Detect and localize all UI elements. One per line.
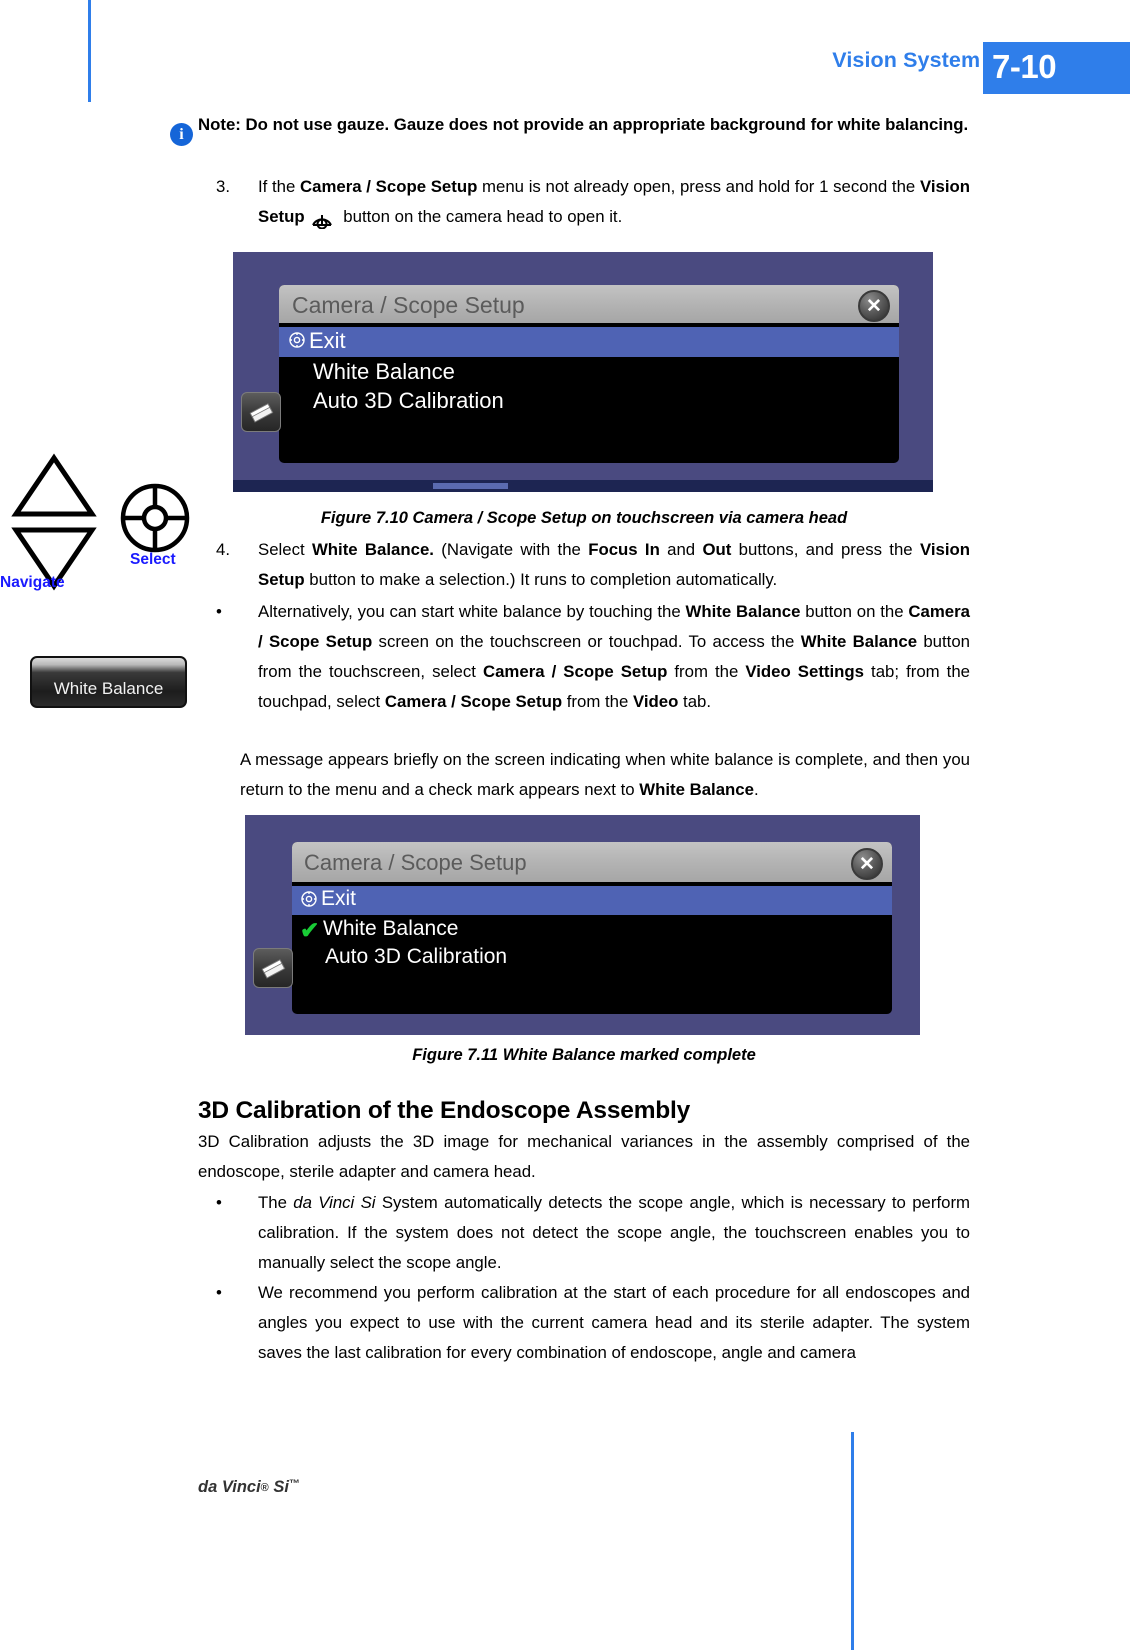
figure-7-10-row-exit[interactable]: Exit (279, 327, 899, 357)
step-3-number: 3. (216, 177, 230, 196)
step-3-bold-camera-scope-setup: Camera / Scope Setup (300, 177, 478, 196)
figure-7-10-screen: Camera / Scope Setup ✕ Exit White Balanc… (279, 285, 899, 463)
registered-icon: ® (260, 1482, 269, 1494)
msg-b1: White Balance (639, 780, 754, 799)
alt-b7: Video (632, 692, 679, 711)
target-icon (288, 331, 306, 354)
alt-p2: button on the (800, 602, 909, 621)
step-3-text-before: If the (258, 177, 301, 196)
figure-7-10-titlebar: Camera / Scope Setup (279, 285, 899, 325)
page-number-box: 7-10 (983, 42, 1130, 94)
figure-7-10: Camera / Scope Setup ✕ Exit White Balanc… (233, 252, 933, 492)
page-section-heading: 3D Calibration of the Endoscope Assembly (198, 1097, 691, 1124)
bullet-marker: • (216, 602, 222, 621)
step-4-text-before: Select (258, 540, 312, 559)
step-4-text-mid2: and (659, 540, 703, 559)
close-icon[interactable]: ✕ (851, 848, 883, 880)
figure-7-11-title: Camera / Scope Setup (304, 850, 527, 875)
figure-7-10-caption: Figure 7.10 Camera / Scope Setup on touc… (320, 509, 848, 527)
alt-b5: Video Settings (745, 662, 864, 681)
info-icon: i (170, 123, 193, 146)
alt-p8: tab. (678, 692, 712, 711)
select-label: Select (130, 551, 176, 568)
page-number: 7-10 (992, 48, 1057, 85)
figure-7-11: Camera / Scope Setup ✕ Exit ✔ White Bala… (245, 815, 920, 1035)
bullet-recommend: • We recommend you perform calibration a… (216, 1278, 970, 1368)
alt-b1: White Balance (685, 602, 801, 621)
figure-7-10-title: Camera / Scope Setup (292, 292, 525, 318)
figure-7-11-titlebar: Camera / Scope Setup (292, 842, 892, 884)
step-3-text-after: button on the camera head to open it. (338, 207, 623, 226)
note-callout: Note: Do not use gauze. Gauze does not p… (198, 115, 969, 134)
figure-7-11-caption: Figure 7.11 White Balance marked complet… (412, 1046, 756, 1064)
white-balance-button[interactable]: White Balance (30, 656, 187, 708)
footer-product-mark: da Vinci® Si™ (198, 1478, 300, 1497)
step-4-number: 4. (216, 540, 230, 559)
bullet-marker: • (216, 1193, 222, 1212)
figure-7-11-screen: Camera / Scope Setup ✕ Exit ✔ White Bala… (292, 842, 892, 1014)
eraser-icon[interactable] (241, 392, 281, 432)
msg-p1: A message appears briefly on the screen … (240, 750, 970, 799)
figure-7-11-row-exit[interactable]: Exit (292, 886, 892, 915)
trademark-icon: ™ (288, 1478, 300, 1490)
navigate-label: Navigate (0, 574, 65, 591)
alt-p7: from the (562, 692, 633, 711)
alt-p3: screen on the touchscreen or touchpad. T… (372, 632, 801, 651)
step-3-text-mid: menu is not already open, press and hold… (477, 177, 920, 196)
eraser-icon[interactable] (253, 948, 293, 988)
bullet-scope-angle-body: The da Vinci Si System automatically det… (258, 1188, 970, 1278)
figure-7-11-row-auto-3d[interactable]: Auto 3D Calibration (292, 945, 892, 974)
figure-7-11-row-exit-label: Exit (321, 887, 357, 910)
scope-i1: da Vinci Si (293, 1193, 376, 1212)
figure-7-10-row-white-balance[interactable]: White Balance (279, 359, 899, 389)
footer-model: Si (268, 1478, 289, 1496)
figure-7-11-row-auto-3d-label: Auto 3D Calibration (325, 945, 508, 968)
bullet-marker: • (216, 1283, 222, 1302)
step-3: 3. If the Camera / Scope Setup menu is n… (216, 172, 970, 232)
triangle-up-icon (11, 453, 97, 517)
footer-product: da Vinci (198, 1478, 261, 1496)
alt-b3: White Balance (800, 632, 918, 651)
bullet-alternatively-body: Alternatively, you can start white balan… (258, 597, 970, 717)
scope-p1: The (258, 1193, 294, 1212)
alt-b6: Camera / Scope Setup (384, 692, 563, 711)
alt-b4: Camera / Scope Setup (482, 662, 668, 681)
msg-p2: . (753, 780, 759, 799)
step-4-bold-white-balance: White Balance. (311, 540, 434, 559)
bullet-scope-angle: • The da Vinci Si System automatically d… (216, 1188, 970, 1278)
bullet-alternatively: • Alternatively, you can start white bal… (216, 597, 970, 717)
bullet-recommend-body: We recommend you perform calibration at … (258, 1283, 970, 1362)
alt-p1: Alternatively, you can start white balan… (258, 602, 686, 621)
step-4-text-mid: (Navigate with the (433, 540, 589, 559)
paragraph-message-appears: A message appears briefly on the screen … (240, 745, 970, 805)
step-4-bold-focus-in: Focus In (588, 540, 660, 559)
bottom-accent-rule (851, 1432, 854, 1650)
step-4-text-mid3: buttons, and press the (731, 540, 920, 559)
alt-p5: from the (667, 662, 746, 681)
figure-7-11-row-white-balance-label: White Balance (323, 917, 459, 940)
check-icon: ✔ (300, 917, 320, 943)
figure-7-10-bottom-strip (233, 480, 933, 492)
vision-setup-icon (305, 203, 339, 229)
navigate-icons (8, 452, 112, 592)
paragraph-calibration-intro: 3D Calibration adjusts the 3D image for … (198, 1132, 970, 1181)
figure-7-10-row-auto-3d[interactable]: Auto 3D Calibration (279, 388, 899, 418)
step-4-body: Select White Balance. (Navigate with the… (258, 535, 970, 595)
figure-7-10-row-white-balance-label: White Balance (313, 359, 455, 384)
figure-7-10-strip-segment (433, 483, 508, 489)
figure-7-10-row-exit-label: Exit (309, 328, 346, 353)
step-4: 4. Select White Balance. (Navigate with … (216, 535, 970, 595)
close-icon[interactable]: ✕ (858, 290, 890, 322)
step-4-text-after: button to make a selection.) It runs to … (304, 570, 778, 589)
target-icon (300, 890, 318, 913)
top-accent-rule (88, 0, 91, 102)
step-4-bold-out: Out (702, 540, 732, 559)
figure-7-10-row-auto-3d-label: Auto 3D Calibration (313, 388, 504, 413)
figure-7-11-row-white-balance[interactable]: ✔ White Balance (292, 917, 892, 946)
step-3-body: If the Camera / Scope Setup menu is not … (258, 172, 970, 232)
